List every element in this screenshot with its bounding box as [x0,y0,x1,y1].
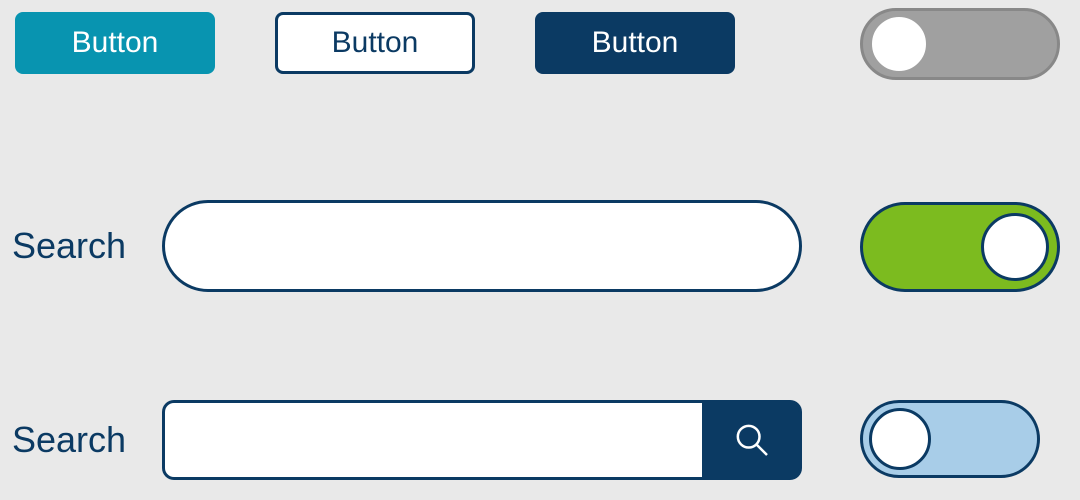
button-row: Button Button Button [15,12,735,74]
search-group [162,400,802,480]
button-solid-navy[interactable]: Button [535,12,735,74]
toggle-knob [869,408,931,470]
search-row-rect: Search [12,400,802,480]
toggle-knob [981,213,1049,281]
search-icon [732,420,772,460]
toggle-grey-off[interactable] [860,8,1060,80]
search-submit-button[interactable] [702,400,802,480]
search-input-rect[interactable] [162,400,702,480]
search-label: Search [12,225,162,267]
button-outline-navy[interactable]: Button [275,12,475,74]
search-label: Search [12,419,162,461]
search-row-pill: Search [12,200,802,292]
toggle-knob [869,14,929,74]
toggle-blue-off[interactable] [860,400,1040,478]
search-input-pill[interactable] [162,200,802,292]
button-primary-teal[interactable]: Button [15,12,215,74]
toggle-green-on[interactable] [860,202,1060,292]
